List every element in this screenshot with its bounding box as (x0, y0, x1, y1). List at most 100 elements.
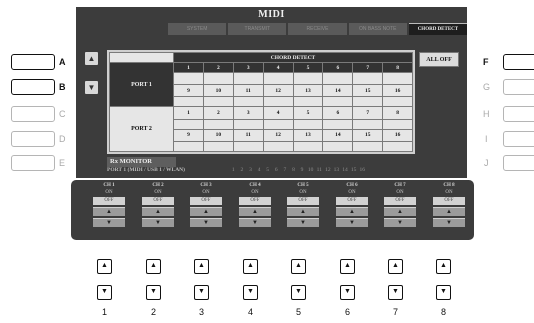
side-button-d[interactable] (11, 131, 55, 147)
side-button-f[interactable] (503, 54, 534, 70)
p2-toggle-13[interactable] (292, 140, 324, 153)
hw-down-button-6[interactable]: ▼ (340, 285, 355, 300)
channel-value: OFF (142, 197, 174, 205)
p1-toggle-9[interactable] (173, 96, 204, 108)
side-button-j[interactable] (503, 155, 534, 171)
channel-2-up-button[interactable]: ▲ (142, 207, 174, 216)
p2-ch-12: 12 (262, 128, 294, 142)
side-button-e[interactable] (11, 155, 55, 171)
p2-ch-5: 5 (292, 106, 324, 120)
p1-toggle-10[interactable] (202, 96, 234, 108)
p1-toggle-8[interactable] (382, 71, 413, 86)
side-label-g: G (483, 82, 491, 92)
channel-1-down-button[interactable]: ▼ (93, 218, 125, 227)
p1-toggle-13[interactable] (292, 96, 324, 108)
p2-ch-1: 1 (173, 106, 204, 120)
hw-up-button-1[interactable]: ▲ (97, 259, 112, 274)
tab-transmit[interactable]: TRANSMIT (228, 23, 287, 35)
p2-toggle-3[interactable] (232, 118, 264, 130)
p2-toggle-8[interactable] (382, 118, 413, 130)
hw-up-button-3[interactable]: ▲ (194, 259, 209, 274)
channel-5-down-button[interactable]: ▼ (287, 218, 319, 227)
channel-5-up-button[interactable]: ▲ (287, 207, 319, 216)
p2-toggle-16[interactable] (382, 140, 413, 153)
hw-down-button-1[interactable]: ▼ (97, 285, 112, 300)
side-label-b: B (59, 82, 66, 92)
p1-toggle-3[interactable] (232, 71, 264, 86)
scroll-down-button[interactable]: ▼ (85, 81, 98, 94)
channel-label: CH 1 (103, 183, 115, 188)
p2-toggle-12[interactable] (262, 140, 294, 153)
channel-7-down-button[interactable]: ▼ (384, 218, 416, 227)
channel-8-up-button[interactable]: ▲ (433, 207, 465, 216)
scroll-up-button[interactable]: ▲ (85, 52, 98, 65)
channel-6-down-button[interactable]: ▼ (336, 218, 368, 227)
channel-6-up-button[interactable]: ▲ (336, 207, 368, 216)
tab-chord-detect[interactable]: CHORD DETECT (408, 23, 467, 35)
hw-up-button-2[interactable]: ▲ (146, 259, 161, 274)
channel-value: OFF (433, 197, 465, 205)
hw-up-button-6[interactable]: ▲ (340, 259, 355, 274)
p2-toggle-6[interactable] (322, 118, 354, 130)
p1-toggle-14[interactable] (322, 96, 354, 108)
side-button-i[interactable] (503, 131, 534, 147)
p2-toggle-5[interactable] (292, 118, 324, 130)
p1-toggle-11[interactable] (232, 96, 264, 108)
p2-toggle-4[interactable] (262, 118, 294, 130)
triangle-down-icon: ▼ (349, 220, 355, 226)
p2-toggle-1[interactable] (173, 118, 204, 130)
hw-up-button-8[interactable]: ▲ (436, 259, 451, 274)
p1-toggle-7[interactable] (352, 71, 384, 86)
all-off-button[interactable]: ALL OFF (419, 52, 459, 67)
p2-toggle-7[interactable] (352, 118, 384, 130)
p2-toggle-2[interactable] (202, 118, 234, 130)
hw-up-button-5[interactable]: ▲ (291, 259, 306, 274)
p1-ch-15: 15 (352, 84, 384, 98)
table-title: CHORD DETECT (173, 52, 413, 63)
p2-toggle-14[interactable] (322, 140, 354, 153)
hw-down-button-4[interactable]: ▼ (243, 285, 258, 300)
side-button-h[interactable] (503, 106, 534, 122)
hw-down-button-2[interactable]: ▼ (146, 285, 161, 300)
channel-state: ON (445, 190, 453, 195)
channel-state: ON (251, 190, 259, 195)
hw-up-button-4[interactable]: ▲ (243, 259, 258, 274)
hw-down-button-3[interactable]: ▼ (194, 285, 209, 300)
side-button-g[interactable] (503, 79, 534, 95)
hw-down-button-7[interactable]: ▼ (388, 285, 403, 300)
p2-toggle-15[interactable] (352, 140, 384, 153)
p1-toggle-5[interactable] (292, 71, 324, 86)
p2-toggle-10[interactable] (202, 140, 234, 153)
channel-4-down-button[interactable]: ▼ (239, 218, 271, 227)
p1-toggle-15[interactable] (352, 96, 384, 108)
p1-toggle-4[interactable] (262, 71, 294, 86)
p1-toggle-1[interactable] (173, 71, 204, 86)
hw-up-button-7[interactable]: ▲ (388, 259, 403, 274)
tab-system[interactable]: SYSTEM (168, 23, 227, 35)
p2-ch-6: 6 (322, 106, 354, 120)
p1-toggle-16[interactable] (382, 96, 413, 108)
hw-down-button-5[interactable]: ▼ (291, 285, 306, 300)
p2-toggle-11[interactable] (232, 140, 264, 153)
hw-down-button-8[interactable]: ▼ (436, 285, 451, 300)
p2-toggle-9[interactable] (173, 140, 204, 153)
side-button-a[interactable] (11, 54, 55, 70)
channel-state: ON (299, 190, 307, 195)
p1-toggle-12[interactable] (262, 96, 294, 108)
channel-7-up-button[interactable]: ▲ (384, 207, 416, 216)
channel-8-down-button[interactable]: ▼ (433, 218, 465, 227)
hw-number-2: 2 (150, 307, 156, 317)
p1-toggle-2[interactable] (202, 71, 234, 86)
side-button-c[interactable] (11, 106, 55, 122)
p2-ch-8: 8 (382, 106, 413, 120)
channel-2-down-button[interactable]: ▼ (142, 218, 174, 227)
channel-4-up-button[interactable]: ▲ (239, 207, 271, 216)
channel-3-up-button[interactable]: ▲ (190, 207, 222, 216)
p1-toggle-6[interactable] (322, 71, 354, 86)
channel-1-up-button[interactable]: ▲ (93, 207, 125, 216)
tab-receive[interactable]: RECEIVE (288, 23, 347, 35)
side-button-b[interactable] (11, 79, 55, 95)
rx-ch-11: 11 (316, 167, 322, 173)
tab-on-bass-note[interactable]: ON BASS NOTE (348, 23, 407, 35)
channel-3-down-button[interactable]: ▼ (190, 218, 222, 227)
